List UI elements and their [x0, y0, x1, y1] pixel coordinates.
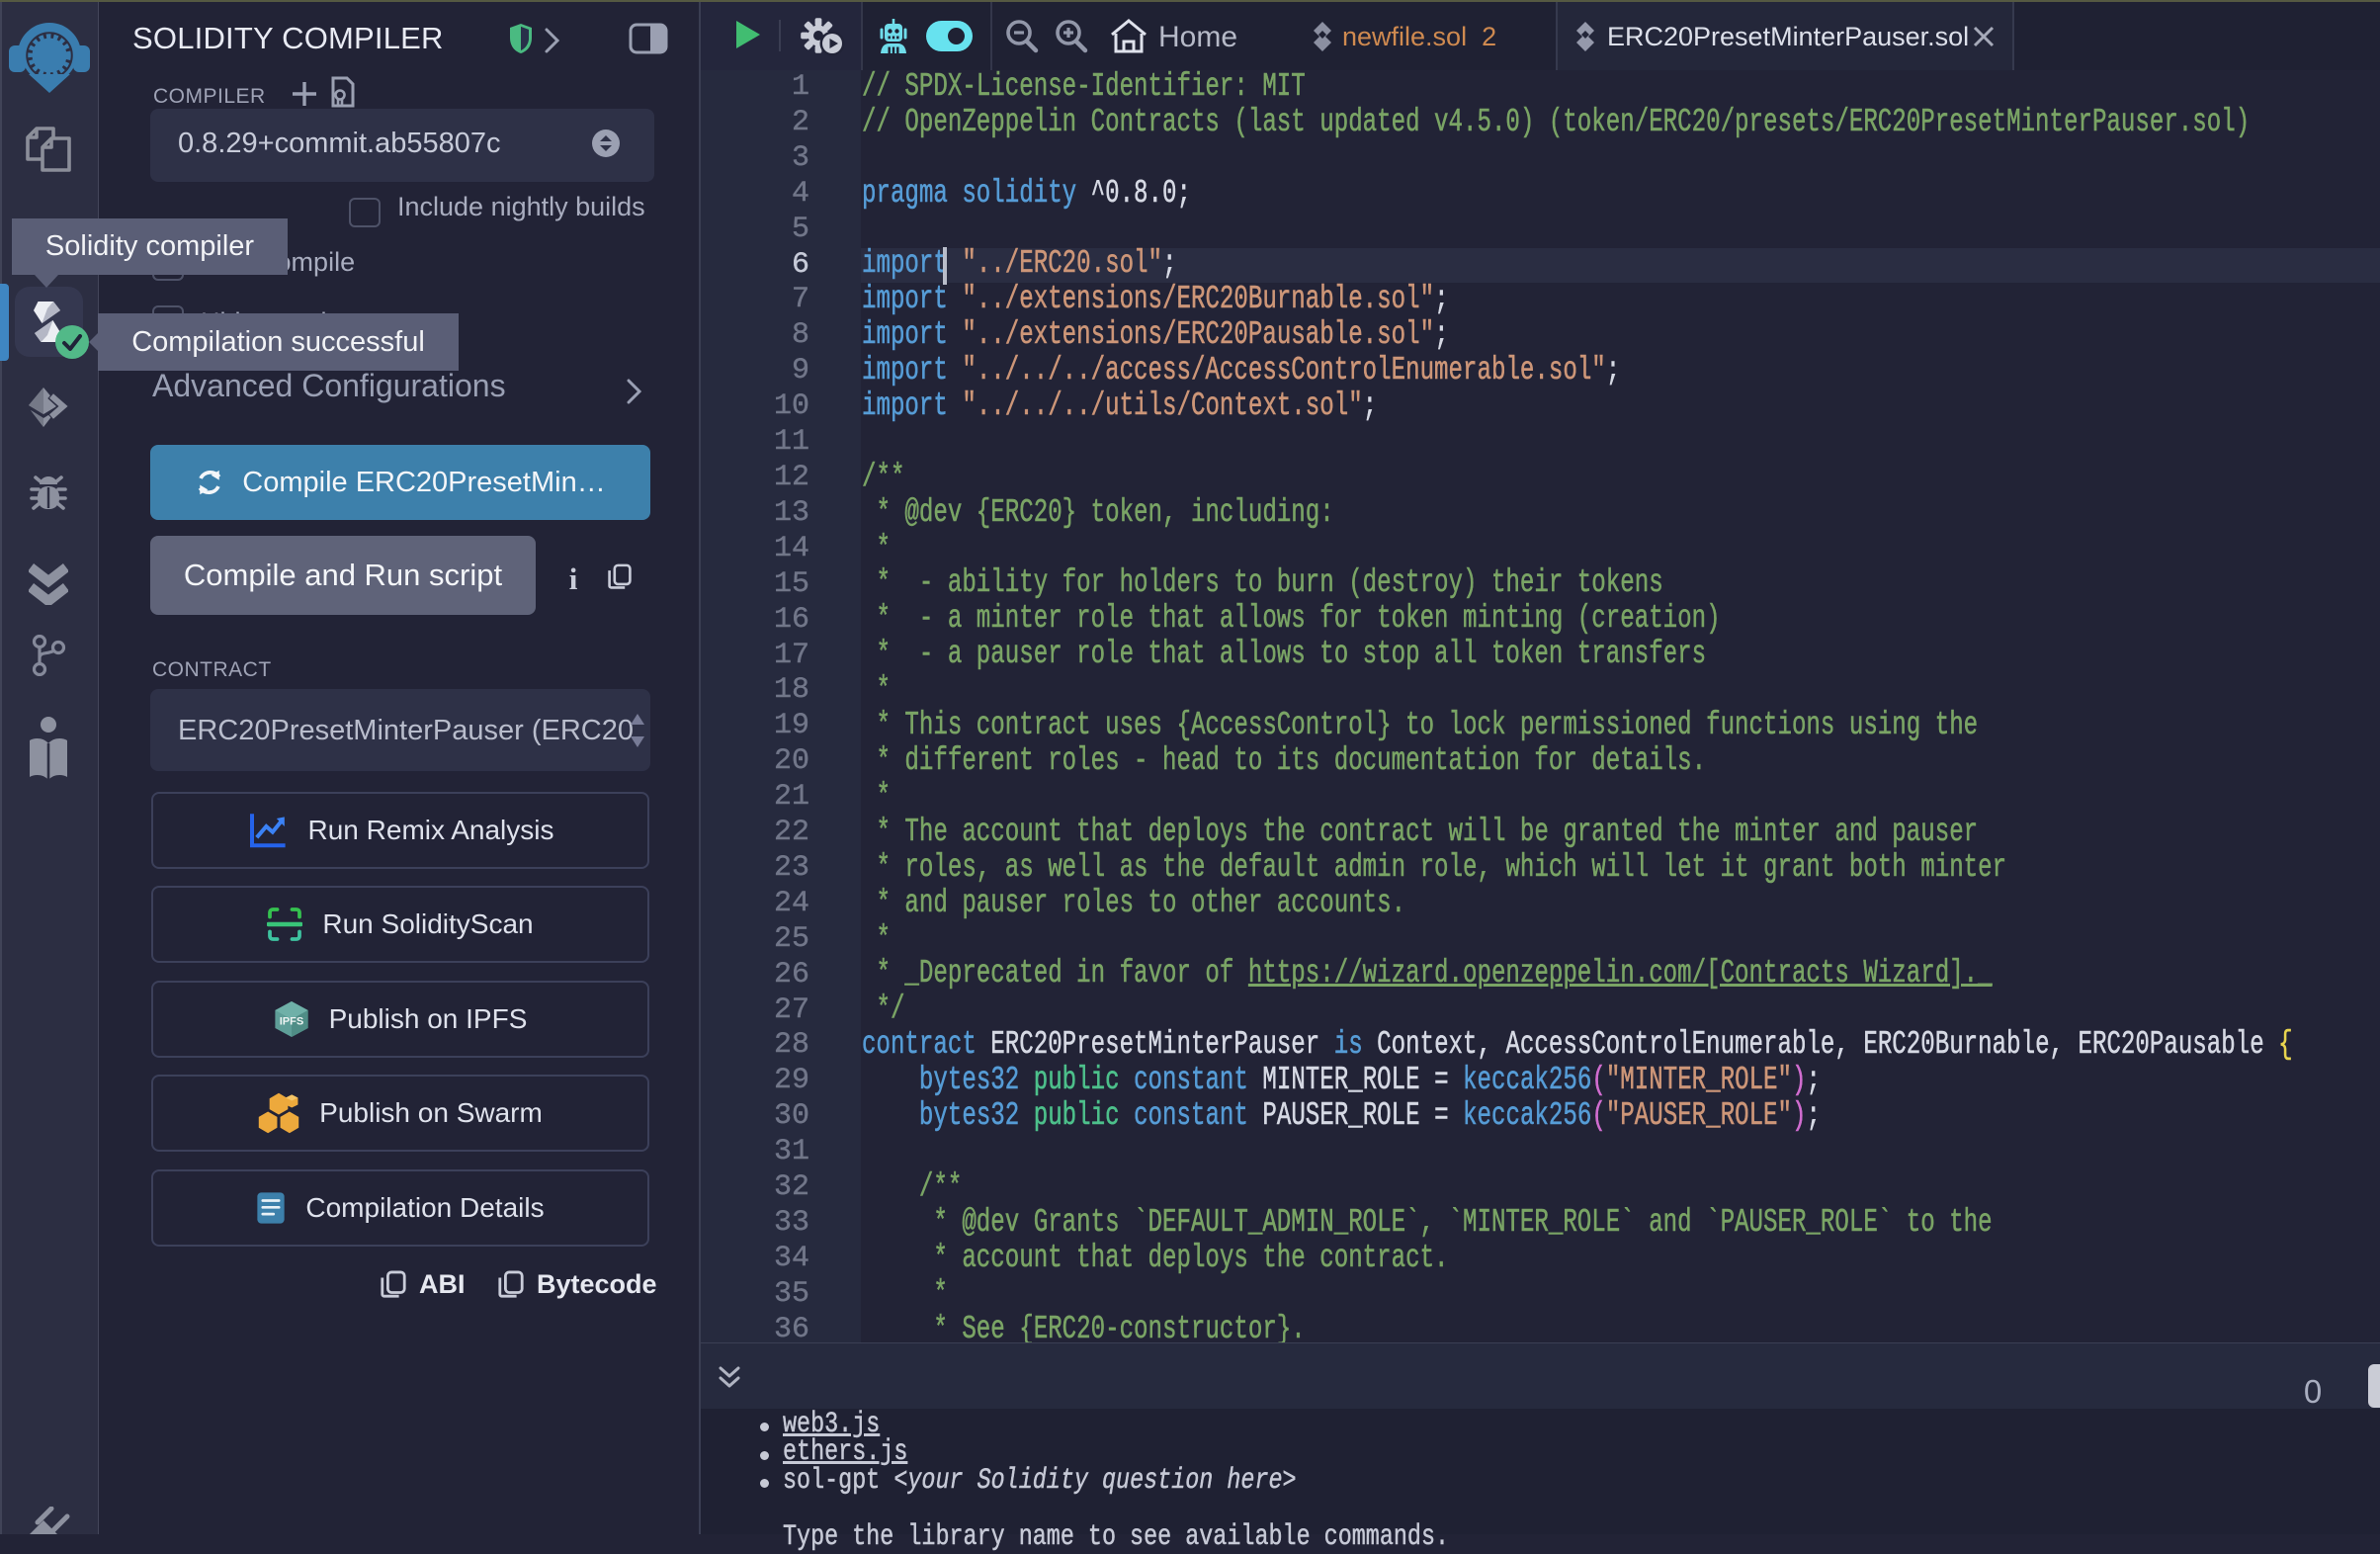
svg-text:IPFS: IPFS	[279, 1016, 303, 1028]
